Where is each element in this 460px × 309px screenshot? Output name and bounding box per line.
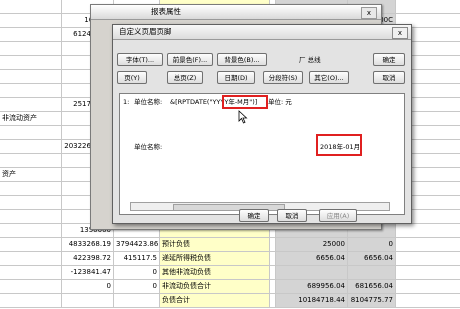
- table-row: 422398.72 415117.5 递延所得税负债 6656.04 6656.04: [0, 252, 460, 266]
- report-properties-title: 报表属性: [91, 5, 381, 20]
- foreground-color-button[interactable]: 前景色(F)...: [167, 53, 213, 66]
- table-cell[interactable]: [0, 0, 62, 13]
- table-cell[interactable]: 415117.5: [114, 252, 160, 265]
- table-cell[interactable]: 25000: [276, 238, 348, 251]
- table-cell[interactable]: [0, 238, 62, 251]
- table-cell[interactable]: [0, 280, 62, 293]
- page-button[interactable]: 页(Y): [117, 71, 147, 84]
- table-cell[interactable]: 0: [62, 280, 114, 293]
- highlight-box: [316, 134, 362, 156]
- section-break-button[interactable]: 分段符(S): [263, 71, 303, 84]
- table-cell[interactable]: [0, 56, 62, 69]
- table-cell[interactable]: 预计负债: [160, 238, 270, 251]
- table-cell[interactable]: 681656.04: [348, 280, 396, 293]
- table-cell[interactable]: [114, 294, 160, 307]
- close-icon[interactable]: x: [392, 27, 408, 39]
- font-button[interactable]: 字体(T)...: [117, 53, 163, 66]
- close-icon[interactable]: x: [361, 7, 377, 19]
- table-cell[interactable]: [0, 294, 62, 307]
- ok-button[interactable]: 确定: [373, 53, 405, 66]
- table-cell[interactable]: 8104775.77: [348, 294, 396, 307]
- mouse-cursor-icon: [238, 110, 248, 124]
- table-cell[interactable]: [0, 182, 62, 195]
- table-cell[interactable]: [0, 28, 62, 41]
- table-cell[interactable]: 递延所得税负债: [160, 252, 270, 265]
- table-cell[interactable]: [0, 154, 62, 167]
- table-cell[interactable]: 其他非流动负债: [160, 266, 270, 279]
- table-cell[interactable]: [0, 196, 62, 209]
- dialog-title: 自定义页眉页脚: [113, 25, 411, 40]
- background-color-button[interactable]: 背景色(B)...: [217, 53, 267, 66]
- preview-label: 单位名称:: [134, 143, 163, 151]
- table-cell[interactable]: -123841.47: [62, 266, 114, 279]
- custom-header-footer-dialog: 自定义页眉页脚 x 字体(T)... 前景色(F)... 背景色(B)... 厂…: [112, 24, 412, 224]
- table-row: 4833268.19 3794423.86 预计负债 25000 0: [0, 238, 460, 252]
- table-cell[interactable]: [0, 224, 62, 237]
- header-line-number: 1:: [123, 98, 130, 106]
- table-cell[interactable]: [0, 14, 62, 27]
- table-cell[interactable]: 资产: [0, 168, 62, 181]
- table-cell[interactable]: 4833268.19: [62, 238, 114, 251]
- dialog-cancel-button[interactable]: 取消: [277, 209, 307, 222]
- table-cell[interactable]: 689956.04: [276, 280, 348, 293]
- table-cell[interactable]: [0, 140, 62, 153]
- table-cell[interactable]: 0: [114, 266, 160, 279]
- apply-button[interactable]: 应用(A): [319, 209, 357, 222]
- total-pages-button[interactable]: 总页(Z): [167, 71, 203, 84]
- header-line-label: 单位名称:: [134, 98, 163, 106]
- table-cell[interactable]: 非流动资产: [0, 112, 62, 125]
- table-cell[interactable]: [0, 126, 62, 139]
- table-cell[interactable]: 0: [114, 280, 160, 293]
- highlight-box: [222, 95, 268, 109]
- header-line-unit: 单位: 元: [268, 98, 292, 106]
- table-cell[interactable]: [276, 266, 348, 279]
- table-cell[interactable]: [62, 294, 114, 307]
- table-cell[interactable]: 6656.04: [348, 252, 396, 265]
- table-cell[interactable]: [348, 266, 396, 279]
- other-button[interactable]: 其它(O)...: [309, 71, 349, 84]
- table-cell[interactable]: 422398.72: [62, 252, 114, 265]
- table-cell[interactable]: [0, 42, 62, 55]
- table-row: 负债合计 10184718.44 8104775.77: [0, 294, 460, 308]
- table-cell[interactable]: [0, 70, 62, 83]
- table-cell[interactable]: [0, 210, 62, 223]
- table-cell[interactable]: [0, 98, 62, 111]
- dialog-ok-button[interactable]: 确定: [239, 209, 269, 222]
- table-cell[interactable]: 10184718.44: [276, 294, 348, 307]
- table-cell[interactable]: [0, 266, 62, 279]
- table-row: 0 0 非流动负债合计 689956.04 681656.04: [0, 280, 460, 294]
- table-cell[interactable]: 6656.04: [276, 252, 348, 265]
- table-row: -123841.47 0 其他非流动负债: [0, 266, 460, 280]
- table-cell[interactable]: 0: [348, 238, 396, 251]
- table-cell[interactable]: [0, 252, 62, 265]
- table-cell[interactable]: [0, 84, 62, 97]
- total-line-label: 厂 总线: [299, 56, 321, 64]
- table-cell[interactable]: 负债合计: [160, 294, 270, 307]
- date-button[interactable]: 日期(D): [217, 71, 255, 84]
- table-cell[interactable]: 3794423.86: [114, 238, 160, 251]
- header-edit-area[interactable]: 1: 单位名称: &[RPTDATE("YYYY年-M月")] 单位: 元 单位…: [119, 93, 405, 215]
- table-cell[interactable]: 非流动负债合计: [160, 280, 270, 293]
- cancel-button[interactable]: 取消: [373, 71, 405, 84]
- total-line-checkbox[interactable]: 厂 总线: [299, 55, 321, 65]
